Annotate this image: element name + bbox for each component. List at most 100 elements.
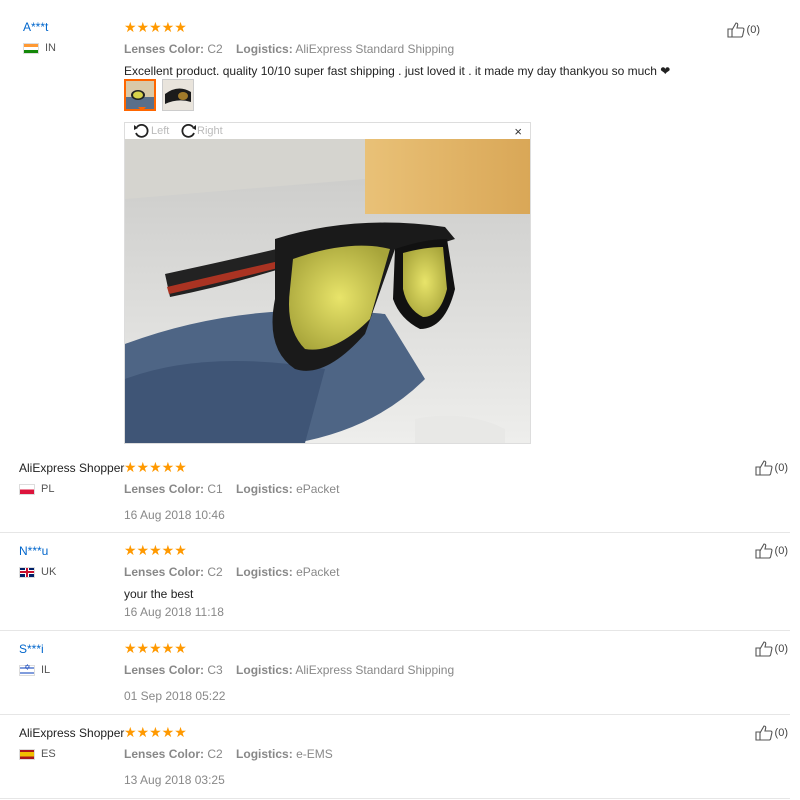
thumbs-up-icon — [754, 725, 773, 741]
spain-flag-icon — [19, 748, 35, 760]
review-meta: Lenses Color: C1 Logistics: ePacket — [124, 482, 349, 496]
helpful-count: (0) — [746, 24, 760, 36]
helpful-button[interactable]: (0) — [726, 22, 760, 38]
star-rating: ★★★★★ — [124, 640, 187, 656]
poland-flag-icon — [19, 483, 35, 495]
review-content: ★★★★★ Lenses Color: C2 Logistics: ePacke… — [124, 543, 349, 619]
reviewer-info: N***u UK — [19, 544, 56, 578]
review-text: Excellent product. quality 10/10 super f… — [124, 64, 724, 78]
review-date: 13 Aug 2018 03:25 — [124, 773, 225, 787]
review-content: ★★★★★ Lenses Color: C2 Logistics: e-EMS … — [124, 725, 343, 787]
review-text: your the best — [124, 587, 194, 601]
uk-flag-icon — [19, 566, 35, 578]
lenses-color-label: Lenses Color: — [124, 565, 205, 579]
helpful-count: (0) — [774, 545, 788, 557]
lenses-color-value: C2 — [207, 42, 223, 56]
logistics-value: ePacket — [296, 482, 340, 496]
lenses-color-label: Lenses Color: — [124, 42, 205, 56]
helpful-count: (0) — [774, 643, 788, 655]
helpful-count: (0) — [774, 462, 788, 474]
reviewer-name[interactable]: AliExpress Shopper — [19, 461, 124, 475]
israel-flag-icon — [19, 663, 35, 676]
rotate-left-button[interactable]: Left — [133, 123, 169, 139]
reviewer-name[interactable]: N***u — [19, 544, 56, 558]
rotate-right-button[interactable]: Right — [179, 123, 223, 139]
thumbs-up-icon — [726, 22, 745, 38]
review-photo-thumbnails — [124, 79, 200, 111]
review-meta: Lenses Color: C2 Logistics: ePacket — [124, 565, 349, 579]
star-rating: ★★★★★ — [124, 724, 187, 740]
review-date: 16 Aug 2018 10:46 — [124, 508, 225, 522]
country-code: IN — [45, 42, 56, 54]
reviewer-country: UK — [19, 566, 56, 578]
review-meta: Lenses Color: C2 Logistics: AliExpress S… — [124, 42, 724, 56]
lenses-color-value: C3 — [207, 663, 223, 677]
rotate-left-label: Left — [151, 125, 170, 137]
rotate-right-label: Right — [197, 125, 223, 137]
logistics-label: Logistics: — [236, 42, 293, 56]
review-meta: Lenses Color: C2 Logistics: e-EMS — [124, 747, 343, 761]
review-text-body: Excellent product. quality 10/10 super f… — [124, 64, 657, 78]
reviewer-info: A***t IN — [23, 20, 56, 54]
country-code: IL — [41, 664, 51, 676]
logistics-label: Logistics: — [236, 663, 293, 677]
country-code: ES — [41, 748, 56, 760]
review-item: N***u UK ★★★★★ Lenses Color: C2 Logistic… — [0, 532, 790, 631]
review-meta: Lenses Color: C3 Logistics: AliExpress S… — [124, 663, 464, 677]
photo-thumbnail[interactable] — [162, 79, 194, 111]
review-content: ★★★★★ Lenses Color: C3 Logistics: AliExp… — [124, 641, 464, 703]
helpful-button[interactable]: (0) — [754, 543, 788, 559]
logistics-value: AliExpress Standard Shipping — [295, 42, 455, 56]
reviewer-country: IL — [19, 663, 51, 676]
india-flag-icon — [23, 42, 39, 54]
star-rating: ★★★★★ — [124, 459, 187, 475]
photo-viewer-toolbar: Left Right × — [125, 123, 530, 139]
review-item: AliExpress Shopper PL ★★★★★ Lenses Color… — [0, 455, 790, 533]
review-item: AliExpress Shopper ES ★★★★★ Lenses Color… — [0, 714, 790, 799]
reviewer-info: AliExpress Shopper ES — [19, 726, 124, 760]
photo-thumbnail[interactable] — [124, 79, 156, 111]
star-rating: ★★★★★ — [124, 542, 187, 558]
thumbs-up-icon — [754, 543, 773, 559]
logistics-label: Logistics: — [236, 565, 293, 579]
thumbs-up-icon — [754, 641, 773, 657]
rotate-right-icon — [181, 123, 196, 138]
photo-viewer: Left Right × — [124, 122, 531, 444]
helpful-button[interactable]: (0) — [754, 460, 788, 476]
thumbs-up-icon — [754, 460, 773, 476]
reviewer-info: S***i IL — [19, 642, 50, 676]
heart-icon: ❤ — [660, 64, 671, 78]
reviewer-country: PL — [19, 483, 124, 495]
reviewer-name[interactable]: A***t — [23, 20, 56, 34]
reviewer-info: AliExpress Shopper PL — [19, 461, 124, 495]
reviewer-name[interactable]: AliExpress Shopper — [19, 726, 124, 740]
review-date: 16 Aug 2018 11:18 — [124, 605, 224, 619]
review-content: ★★★★★ Lenses Color: C2 Logistics: AliExp… — [124, 20, 724, 78]
review-content: ★★★★★ Lenses Color: C1 Logistics: ePacke… — [124, 460, 349, 522]
reviewer-country: IN — [23, 42, 56, 54]
helpful-button[interactable]: (0) — [754, 725, 788, 741]
lenses-color-label: Lenses Color: — [124, 482, 205, 496]
logistics-label: Logistics: — [236, 747, 293, 761]
review-date: 01 Sep 2018 05:22 — [124, 689, 226, 703]
lenses-color-label: Lenses Color: — [124, 747, 205, 761]
lenses-color-value: C1 — [207, 482, 223, 496]
logistics-value: e-EMS — [296, 747, 333, 761]
helpful-button[interactable]: (0) — [754, 641, 788, 657]
helpful-count: (0) — [774, 727, 788, 739]
lenses-color-value: C2 — [207, 565, 223, 579]
review-item: A***t IN ★★★★★ Lenses Color: C2 Logistic… — [0, 0, 790, 455]
star-rating: ★★★★★ — [124, 19, 187, 35]
lenses-color-value: C2 — [207, 747, 223, 761]
review-photo — [125, 139, 530, 443]
logistics-value: AliExpress Standard Shipping — [295, 663, 455, 677]
country-code: PL — [41, 483, 55, 495]
country-code: UK — [41, 566, 57, 578]
logistics-label: Logistics: — [236, 482, 293, 496]
reviewer-name[interactable]: S***i — [19, 642, 50, 656]
rotate-left-icon — [134, 123, 149, 138]
reviewer-country: ES — [19, 748, 124, 760]
close-viewer-button[interactable]: × — [514, 124, 522, 139]
logistics-value: ePacket — [296, 565, 340, 579]
review-item: S***i IL ★★★★★ Lenses Color: C3 Logistic… — [0, 630, 790, 715]
